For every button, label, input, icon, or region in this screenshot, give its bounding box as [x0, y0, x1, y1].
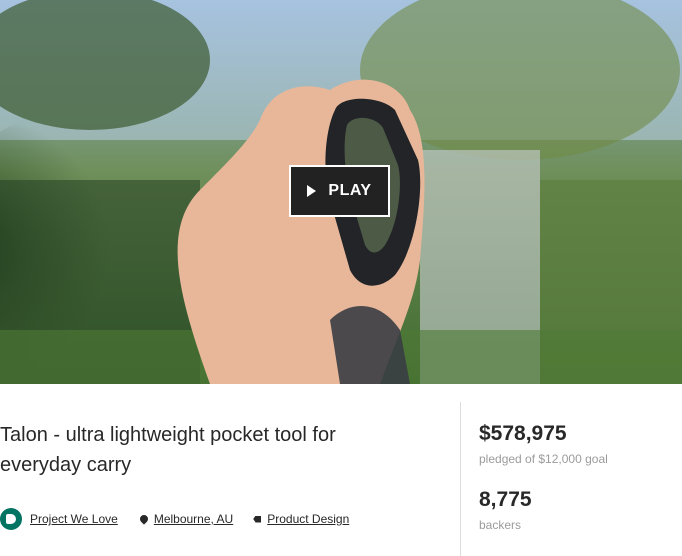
pledged-goal-text: pledged of $12,000 goal [479, 452, 608, 466]
project-we-love-link[interactable]: Project We Love [30, 512, 118, 526]
project-info: Talon - ultra lightweight pocket tool fo… [0, 384, 682, 556]
pledged-amount: $578,975 [479, 422, 567, 445]
play-icon [307, 185, 317, 197]
backers-label: backers [479, 518, 522, 532]
backers-count: 8,775 [479, 488, 532, 511]
tag-icon [253, 515, 262, 523]
play-label: PLAY [328, 182, 372, 199]
category-link[interactable]: Product Design [267, 512, 349, 526]
location-pin-icon [138, 513, 150, 525]
stats-divider [460, 402, 461, 556]
play-button[interactable]: PLAY [289, 165, 390, 217]
location-link[interactable]: Melbourne, AU [154, 512, 233, 526]
project-we-love-icon [0, 508, 22, 530]
project-video[interactable]: PLAY [0, 0, 682, 384]
project-meta: Project We Love Melbourne, AU Product De… [0, 508, 349, 530]
project-title: Talon - ultra lightweight pocket tool fo… [0, 424, 336, 476]
